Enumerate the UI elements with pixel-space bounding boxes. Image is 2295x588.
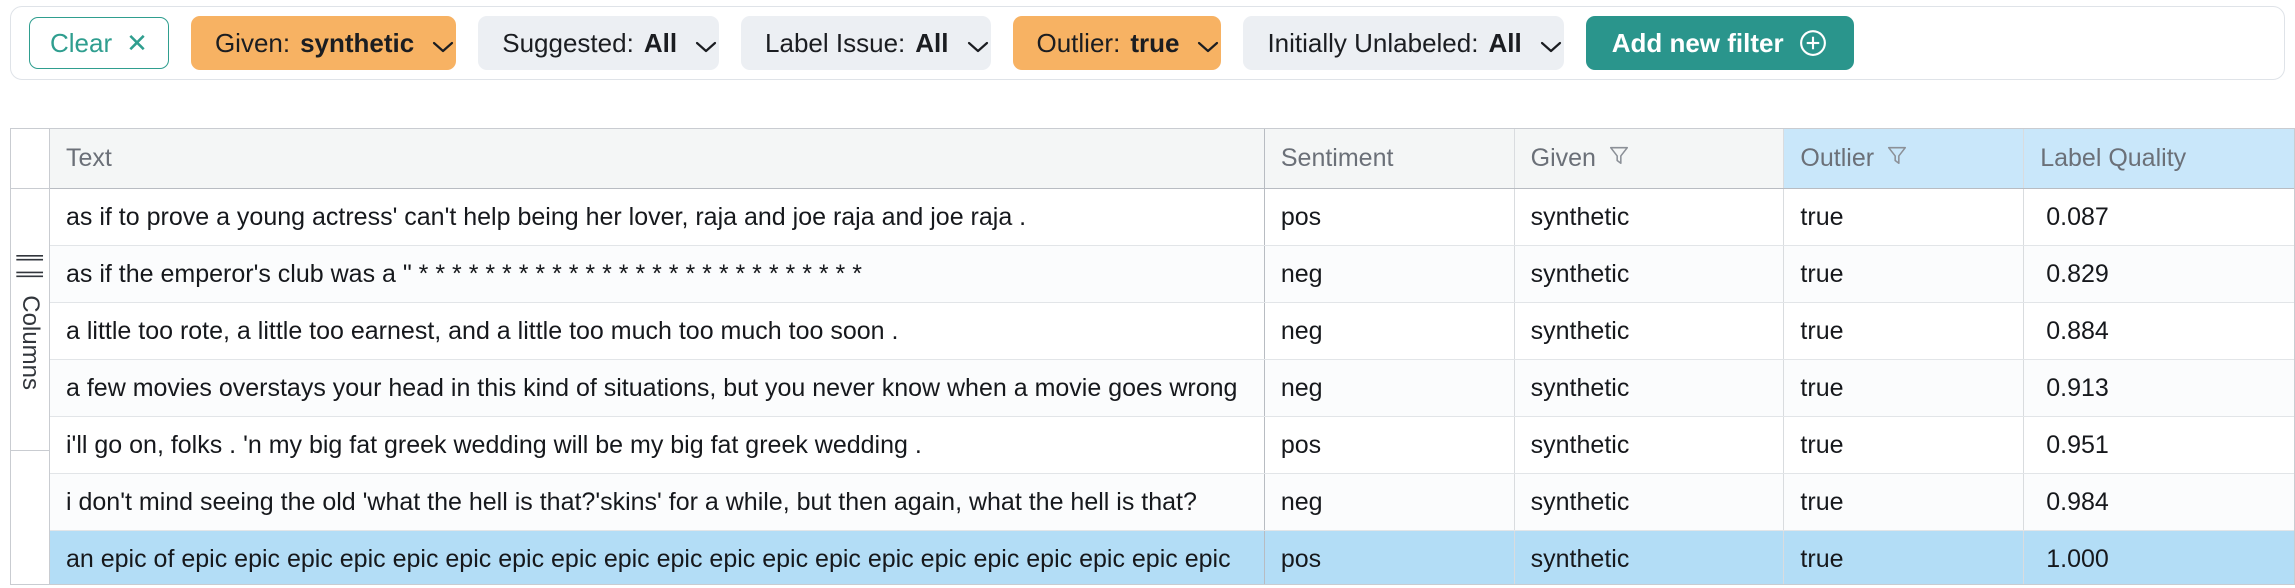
filter-chip-value: All xyxy=(643,27,678,58)
cell-outlier: true xyxy=(1783,303,2023,359)
cell-sentiment: neg xyxy=(1263,474,1514,530)
cell-given: synthetic xyxy=(1513,531,1784,584)
cell-quality: 0.829 xyxy=(2023,246,2294,302)
cell-sentiment: pos xyxy=(1263,417,1514,473)
columns-side-rail[interactable]: ║║ Columns xyxy=(10,128,50,585)
column-header-outlier[interactable]: Outlier xyxy=(1783,129,2024,188)
column-header-label: Sentiment xyxy=(1280,144,1394,172)
table-row[interactable]: i don't mind seeing the old 'what the he… xyxy=(50,474,2294,531)
table-grid: Text Sentiment Given Outlier Label Quality a… xyxy=(49,128,2295,585)
columns-rail-label: Columns xyxy=(17,294,45,390)
filter-chip-label-issue[interactable]: Label Issue: All xyxy=(741,16,991,70)
clear-label: Clear xyxy=(50,27,113,58)
table-row[interactable]: a few movies overstays your head in this… xyxy=(50,360,2294,417)
close-icon: ✕ xyxy=(126,28,148,58)
columns-bars-icon: ║║ xyxy=(18,249,44,283)
column-header-given[interactable]: Given xyxy=(1513,129,1784,188)
table-body: as if to prove a young actress' can't he… xyxy=(50,189,2294,584)
filter-chip-initially-unlabeled[interactable]: Initially Unlabeled: All xyxy=(1243,16,1564,70)
column-header-label: Outlier xyxy=(1800,144,1875,172)
filter-chip-label: Initially Unlabeled: xyxy=(1267,27,1479,58)
column-header-label: Given xyxy=(1530,144,1596,172)
cell-text: as if the emperor's club was a " * * * *… xyxy=(66,259,862,288)
filter-chip-given[interactable]: Given: synthetic xyxy=(190,16,457,70)
cell-text: a few movies overstays your head in this… xyxy=(66,373,1238,402)
filter-chip-value: synthetic xyxy=(300,27,415,58)
cell-given: synthetic xyxy=(1513,360,1784,416)
cell-quality: 0.951 xyxy=(2023,417,2294,473)
filter-chip-outlier[interactable]: Outlier: true xyxy=(1012,16,1222,70)
cell-given: synthetic xyxy=(1513,474,1784,530)
column-header-text[interactable]: Text xyxy=(50,129,1264,188)
column-header-sentiment[interactable]: Sentiment xyxy=(1263,129,1514,188)
filter-funnel-icon[interactable] xyxy=(1608,144,1630,173)
filter-chip-label: Suggested: xyxy=(502,27,634,58)
column-header-label: Label Quality xyxy=(2040,144,2187,172)
column-header-label: Text xyxy=(66,144,112,172)
cell-outlier: true xyxy=(1783,189,2023,245)
cell-outlier: true xyxy=(1783,246,2023,302)
table-row[interactable]: an epic of epic epic epic epic epic epic… xyxy=(50,531,2294,584)
filter-funnel-icon[interactable] xyxy=(1886,144,1908,173)
cell-given: synthetic xyxy=(1513,417,1784,473)
columns-toggle[interactable]: ║║ Columns xyxy=(11,189,49,451)
cell-outlier: true xyxy=(1783,360,2023,416)
rail-top-spacer xyxy=(11,129,49,189)
filter-chip-value: true xyxy=(1130,27,1180,58)
cell-quality: 0.884 xyxy=(2023,303,2294,359)
data-table-region: ║║ Columns Text Sentiment Given Outlier Labe… xyxy=(10,128,2295,588)
cell-text: an epic of epic epic epic epic epic epic… xyxy=(50,531,1264,584)
filter-bar: Clear ✕ Given: synthetic Suggested: All Labe… xyxy=(10,6,2285,80)
cell-text: i'll go on, folks . 'n my big fat greek … xyxy=(66,430,922,459)
cell-sentiment: neg xyxy=(1263,303,1514,359)
cell-sentiment: pos xyxy=(1263,189,1514,245)
column-header-quality[interactable]: Label Quality xyxy=(2023,129,2294,188)
filter-chip-suggested[interactable]: Suggested: All xyxy=(478,16,720,70)
cell-text: i don't mind seeing the old 'what the he… xyxy=(66,487,1197,516)
cell-given: synthetic xyxy=(1513,189,1784,245)
cell-outlier: true xyxy=(1783,531,2024,584)
filter-chips-container: Given: synthetic Suggested: All Label Issue:… xyxy=(190,16,1564,70)
cell-quality: 0.984 xyxy=(2023,474,2294,530)
table-row[interactable]: as if the emperor's club was a " * * * *… xyxy=(50,246,2294,303)
cell-sentiment: pos xyxy=(1263,531,1514,584)
table-row[interactable]: a little too rote, a little too earnest,… xyxy=(50,303,2294,360)
filter-chip-label: Given: xyxy=(214,27,291,58)
table-header-row: Text Sentiment Given Outlier Label Quality xyxy=(50,129,2294,189)
cell-text: as if to prove a young actress' can't he… xyxy=(66,202,1027,231)
clear-filters-button[interactable]: Clear ✕ xyxy=(29,17,169,69)
filter-chip-value: All xyxy=(1488,27,1522,58)
plus-circle-icon xyxy=(1798,28,1828,58)
cell-sentiment: neg xyxy=(1263,360,1514,416)
cell-quality: 0.913 xyxy=(2023,360,2294,416)
add-new-filter-label: Add new filter xyxy=(1611,27,1784,58)
cell-quality: 0.087 xyxy=(2023,189,2294,245)
cell-sentiment: neg xyxy=(1263,246,1514,302)
filter-chip-label: Outlier: xyxy=(1036,27,1121,58)
table-row[interactable]: as if to prove a young actress' can't he… xyxy=(50,189,2294,246)
add-new-filter-button[interactable]: Add new filter xyxy=(1585,16,1854,70)
cell-outlier: true xyxy=(1783,417,2023,473)
table-row[interactable]: i'll go on, folks . 'n my big fat greek … xyxy=(50,417,2294,474)
filter-chip-label: Label Issue: xyxy=(765,27,906,58)
cell-text: a little too rote, a little too earnest,… xyxy=(66,316,899,345)
cell-given: synthetic xyxy=(1513,303,1784,359)
cell-given: synthetic xyxy=(1513,246,1784,302)
cell-outlier: true xyxy=(1783,474,2023,530)
cell-quality: 1.000 xyxy=(2023,531,2294,584)
filter-chip-value: All xyxy=(915,27,949,58)
